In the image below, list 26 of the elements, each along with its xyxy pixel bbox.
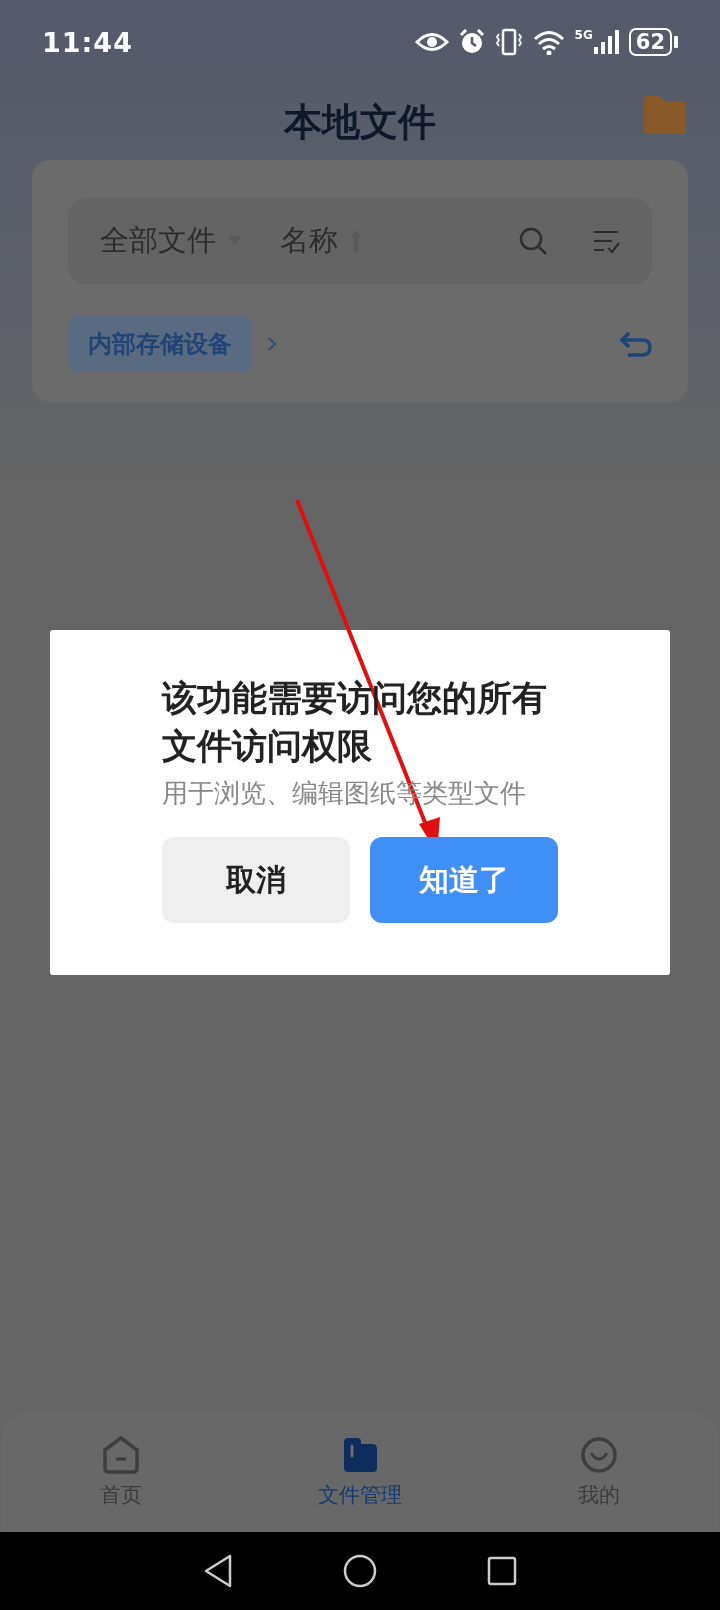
nav-tab[interactable]: 文件管理 xyxy=(240,1412,480,1532)
sort-option[interactable]: 名称 xyxy=(280,221,338,261)
cancel-button[interactable]: 取消 xyxy=(162,837,350,923)
search-icon[interactable] xyxy=(518,226,548,256)
undo-icon[interactable] xyxy=(620,331,652,357)
wifi-icon xyxy=(532,29,565,55)
folder-icon xyxy=(341,1435,379,1475)
vibrate-icon xyxy=(494,28,523,56)
breadcrumb-item[interactable]: 内部存储设备 xyxy=(68,316,252,372)
battery-tip-icon xyxy=(674,36,678,48)
battery-level: 62 xyxy=(628,28,672,56)
alarm-icon xyxy=(458,29,485,55)
recents-icon[interactable] xyxy=(487,1556,517,1586)
list-check-icon[interactable] xyxy=(592,228,620,254)
back-icon[interactable] xyxy=(203,1554,233,1588)
smiley-icon xyxy=(579,1435,618,1475)
signal-icon xyxy=(592,29,619,55)
network-type: 5G xyxy=(574,28,593,42)
home-button-icon[interactable] xyxy=(343,1554,377,1588)
chevron-right-icon xyxy=(268,337,276,351)
eye-icon xyxy=(414,31,449,53)
home-icon xyxy=(102,1435,141,1475)
type-filter[interactable]: 全部文件 xyxy=(100,221,216,261)
confirm-button[interactable]: 知道了 xyxy=(370,837,558,923)
page-title: 本地文件 xyxy=(284,98,436,146)
clock-time: 11:44 xyxy=(42,26,133,58)
